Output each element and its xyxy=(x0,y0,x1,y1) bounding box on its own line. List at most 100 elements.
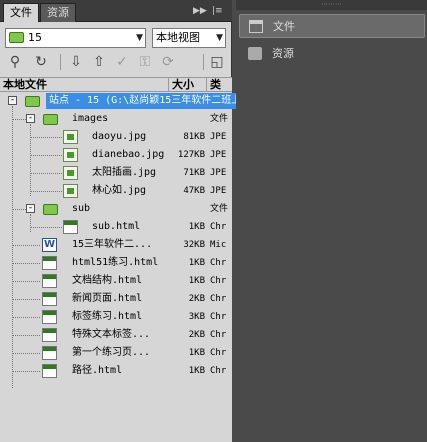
tab-assets[interactable]: 资源 xyxy=(40,3,76,22)
html-file-icon xyxy=(42,256,57,270)
file-name: dianebao.jpg xyxy=(92,149,165,160)
file-type: Chr xyxy=(210,312,227,322)
dock-item-assets[interactable]: 资源 xyxy=(239,42,425,66)
file-row[interactable]: sub.html 1KB Chr xyxy=(0,218,232,236)
chevron-down-icon: ▼ xyxy=(216,33,223,43)
collapse-icon[interactable]: - xyxy=(8,96,17,105)
file-name: 第一个练习页... xyxy=(72,347,151,358)
file-row[interactable]: 特殊文本标签... 2KB Chr xyxy=(0,326,232,344)
file-row[interactable]: html51练习.html 1KB Chr xyxy=(0,254,232,272)
sitemap-icon xyxy=(249,20,263,33)
tree-guide xyxy=(12,119,26,120)
tab-files[interactable]: 文件 xyxy=(3,3,39,22)
html-file-icon xyxy=(42,328,57,342)
file-type: Chr xyxy=(210,222,227,232)
html-file-icon xyxy=(42,346,57,360)
dock-item-files[interactable]: 文件 xyxy=(239,14,425,38)
file-name: daoyu.jpg xyxy=(92,131,147,142)
tree-guide xyxy=(12,335,40,336)
file-row[interactable]: 15三年软件二... 32KB Mic xyxy=(0,236,232,254)
get-icon[interactable]: ⇩ xyxy=(67,53,85,71)
files-toolbar: ⚲ ↻ ⇩ ⇧ ✓ ⚿ ⟳ ◱ xyxy=(0,50,232,74)
folder-icon xyxy=(43,204,58,215)
sync-icon[interactable]: ⟳ xyxy=(159,53,177,71)
panel-tabbar: 文件 资源 ▶▶ |≡ xyxy=(0,0,232,22)
html-file-icon xyxy=(42,364,57,378)
header-type[interactable]: 类 xyxy=(206,78,232,92)
file-row[interactable]: 标签练习.html 3KB Chr xyxy=(0,308,232,326)
file-name: sub.html xyxy=(92,221,141,232)
tree-guide xyxy=(30,155,62,156)
tree-guide xyxy=(12,263,40,264)
file-row[interactable]: 文档结构.html 1KB Chr xyxy=(0,272,232,290)
file-row[interactable]: 新闻页面.html 2KB Chr xyxy=(0,290,232,308)
file-size: 2KB xyxy=(188,330,205,340)
html-file-icon xyxy=(42,274,57,288)
file-list-header: 本地文件 大小 类 xyxy=(0,77,232,92)
tree-guide xyxy=(12,245,40,246)
file-tree: - 站点 - 15 (G:\赵尚颖15三年软件二班上课案例) - images … xyxy=(0,92,281,442)
word-doc-icon xyxy=(42,236,57,254)
collapse-icon[interactable]: - xyxy=(26,204,35,213)
file-size: 47KB xyxy=(183,186,205,196)
html-file-icon xyxy=(42,310,57,324)
view-select[interactable]: 本地视图 ▼ xyxy=(152,28,226,48)
header-size[interactable]: 大小 xyxy=(168,78,206,92)
checkin-icon[interactable]: ⚿ xyxy=(136,53,154,71)
file-type: 文件 xyxy=(210,204,229,214)
file-name: 特殊文本标签... xyxy=(72,329,151,340)
file-size: 1KB xyxy=(188,348,205,358)
put-icon[interactable]: ⇧ xyxy=(90,53,108,71)
folder-row[interactable]: - sub 文件 xyxy=(0,200,232,218)
collapse-icon[interactable]: - xyxy=(26,114,35,123)
tree-guide xyxy=(12,299,40,300)
file-row[interactable]: 第一个练习页... 1KB Chr xyxy=(0,344,232,362)
connect-icon[interactable]: ⚲ xyxy=(6,53,24,71)
file-row[interactable]: dianebao.jpg 127KB JPE xyxy=(0,146,232,164)
file-type: Mic xyxy=(210,240,227,250)
tree-guide xyxy=(12,371,40,372)
tree-root[interactable]: - 站点 - 15 (G:\赵尚颖15三年软件二班上课案例) xyxy=(0,92,281,110)
refresh-icon[interactable]: ↻ xyxy=(32,53,50,71)
site-toolbar: 15 ▼ 本地视图 ▼ xyxy=(0,24,232,52)
file-type: Chr xyxy=(210,330,227,340)
file-size: 3KB xyxy=(188,312,205,322)
file-size: 1KB xyxy=(188,366,205,376)
html-file-icon xyxy=(42,292,57,306)
tree-guide xyxy=(12,317,40,318)
collapse-icon[interactable]: ▶▶ xyxy=(193,4,207,18)
image-file-icon xyxy=(63,130,78,144)
file-row[interactable]: 路径.html 1KB Chr xyxy=(0,362,232,380)
file-name: 路径.html xyxy=(72,365,123,376)
assets-icon xyxy=(248,47,262,60)
toolbar-divider xyxy=(203,54,204,70)
file-type: JPE xyxy=(210,186,227,196)
file-row[interactable]: daoyu.jpg 81KB JPE xyxy=(0,128,232,146)
toolbar-divider xyxy=(60,54,61,70)
tree-guide xyxy=(30,191,62,192)
file-size: 32KB xyxy=(183,240,205,250)
dock-grip[interactable]: ⋯⋯⋯ xyxy=(236,0,427,10)
header-local-files[interactable]: 本地文件 xyxy=(0,78,168,92)
file-size: 1KB xyxy=(188,258,205,268)
file-row[interactable]: 太阳插画.jpg 71KB JPE xyxy=(0,164,232,182)
folder-name: sub xyxy=(72,203,91,214)
folder-row[interactable]: - images 文件 xyxy=(0,110,232,128)
site-select[interactable]: 15 ▼ xyxy=(5,28,146,48)
image-file-icon xyxy=(63,184,78,198)
checkout-icon[interactable]: ✓ xyxy=(113,53,131,71)
file-type: JPE xyxy=(210,150,227,160)
file-type: Chr xyxy=(210,294,227,304)
expand-icon[interactable]: ◱ xyxy=(208,53,226,71)
file-row[interactable]: 林心如.jpg 47KB JPE xyxy=(0,182,232,200)
tree-guide xyxy=(12,281,40,282)
folder-icon xyxy=(25,96,40,107)
folder-icon xyxy=(9,32,24,43)
view-select-value: 本地视图 xyxy=(156,31,200,44)
tree-guide xyxy=(12,209,26,210)
folder-icon xyxy=(43,114,58,125)
panel-menu-icon[interactable]: |≡ xyxy=(212,4,223,18)
file-name: 文档结构.html xyxy=(72,275,143,286)
files-panel: 文件 资源 ▶▶ |≡ 15 ▼ 本地视图 ▼ ⚲ ↻ ⇩ ⇧ ✓ ⚿ ⟳ ◱ … xyxy=(0,0,281,442)
file-size: 1KB xyxy=(188,276,205,286)
